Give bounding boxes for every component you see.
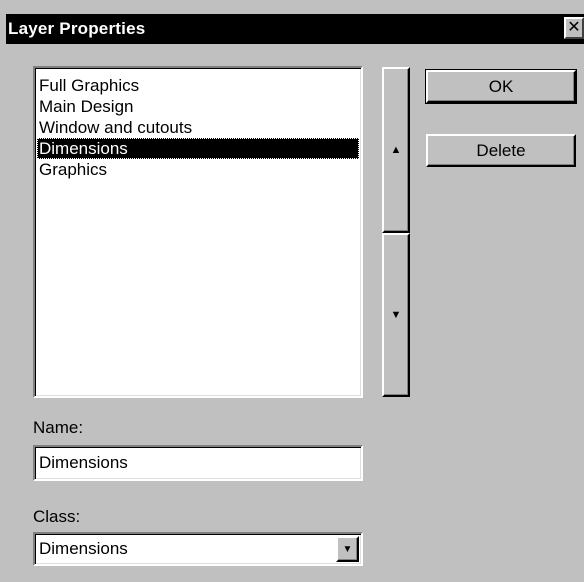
move-up-button[interactable]: ▲: [382, 67, 410, 233]
close-icon: ✕: [567, 19, 581, 36]
list-item-selected[interactable]: Dimensions: [37, 138, 359, 159]
title-bar[interactable]: Layer Properties ✕: [6, 14, 584, 44]
class-label: Class:: [33, 507, 81, 526]
delete-button[interactable]: Delete: [426, 134, 576, 167]
list-item[interactable]: Main Design: [37, 96, 359, 117]
class-dropdown-button[interactable]: ▼: [336, 536, 359, 562]
layers-listbox[interactable]: Full Graphics Main Design Window and cut…: [33, 66, 363, 398]
arrow-down-icon: ▼: [390, 309, 402, 321]
arrow-up-icon: ▲: [390, 144, 402, 156]
name-input[interactable]: Dimensions: [33, 445, 363, 481]
close-button[interactable]: ✕: [564, 17, 584, 39]
name-label: Name:: [33, 418, 84, 437]
class-select[interactable]: Dimensions ▼: [33, 532, 363, 566]
list-item[interactable]: Full Graphics: [37, 75, 359, 96]
move-down-button[interactable]: ▼: [382, 233, 410, 397]
ok-button[interactable]: OK: [425, 69, 577, 104]
chevron-down-icon: ▼: [342, 543, 353, 555]
list-item[interactable]: Graphics: [37, 159, 359, 180]
dialog-title: Layer Properties: [8, 19, 146, 38]
list-item[interactable]: Window and cutouts: [37, 117, 359, 138]
class-select-value: Dimensions: [39, 539, 128, 558]
layer-properties-dialog: Layer Properties ✕ Full Graphics Main De…: [0, 0, 584, 582]
